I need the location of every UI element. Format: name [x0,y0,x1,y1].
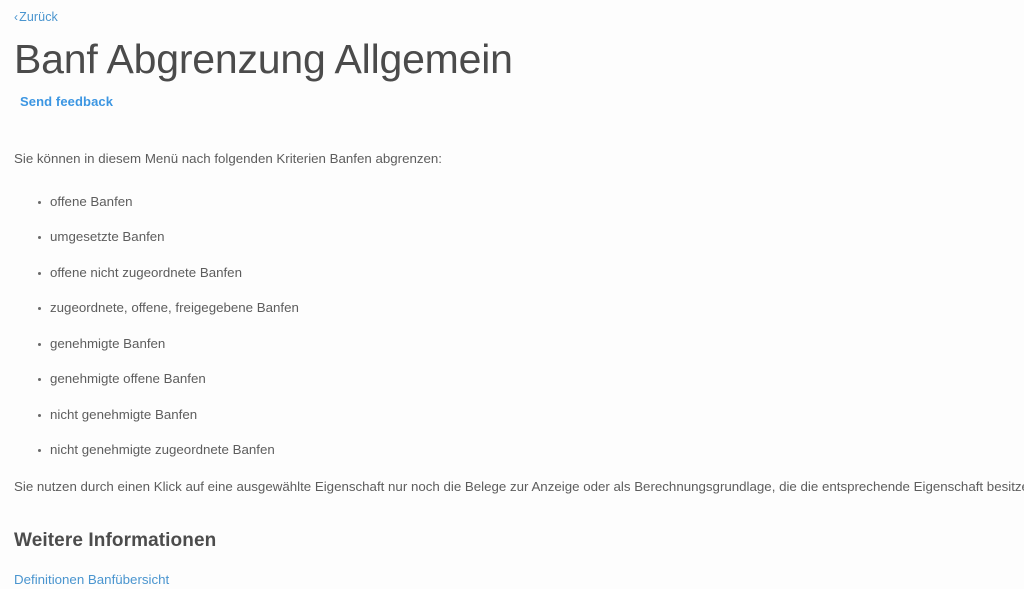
article-content: Sie können in diesem Menü nach folgenden… [14,149,1024,497]
criteria-list: offene Banfen umgesetzte Banfen offene n… [14,194,1010,458]
back-link-label: Zurück [19,10,58,24]
further-information-section: Weitere Informationen Definitionen Banfü… [14,530,1010,589]
send-feedback-link[interactable]: Send feedback [20,94,113,109]
list-item: genehmigte Banfen [14,336,1010,352]
page-title: Banf Abgrenzung Allgemein [14,36,513,83]
intro-paragraph: Sie können in diesem Menü nach folgenden… [14,150,443,166]
list-item: genehmigte offene Banfen [14,371,1010,387]
list-item: offene nicht zugeordnete Banfen [14,265,1010,281]
related-link-definitionen-banfuebersicht[interactable]: Definitionen Banfübersicht [14,572,169,587]
list-item: umgesetzte Banfen [14,229,1010,245]
help-article-page: ‹ Zurück Banf Abgrenzung Allgemein Send f… [0,0,1024,587]
list-item: nicht genehmigte zugeordnete Banfen [14,442,1010,458]
list-item: zugeordnete, offene, freigegebene Banfen [14,300,1010,316]
list-item: nicht genehmigte Banfen [14,407,1010,423]
list-item: offene Banfen [14,194,1010,210]
back-link[interactable]: ‹ Zurück [14,11,58,24]
further-information-heading: Weitere Informationen [14,529,217,551]
chevron-left-icon: ‹ [14,10,19,25]
closing-paragraph: Sie nutzen durch einen Klick auf eine au… [14,479,1024,495]
